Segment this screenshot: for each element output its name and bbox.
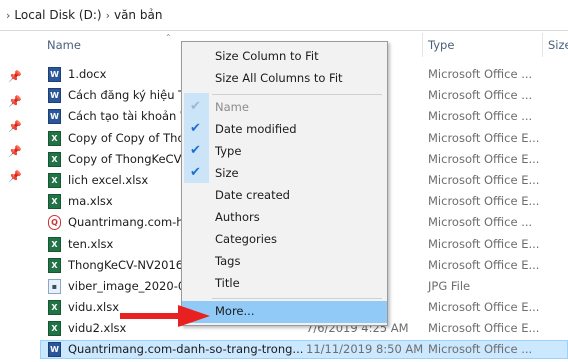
menu-item-title[interactable]: Title <box>182 273 387 295</box>
column-context-menu: Size Column to Fit Size All Columns to F… <box>181 41 388 326</box>
column-type[interactable]: Type <box>428 38 454 52</box>
file-name: viber_image_2020-03- <box>68 278 197 293</box>
file-type: Microsoft Office E... <box>428 151 540 166</box>
menu-item-date-created[interactable]: Date created <box>182 185 387 207</box>
column-size[interactable]: Size <box>548 38 568 52</box>
file-type: Microsoft Office ... <box>428 342 533 357</box>
file-name: lich excel.xlsx <box>68 172 149 187</box>
checkmark-icon: ✔ <box>190 121 201 136</box>
menu-label: Type <box>215 144 242 158</box>
file-date: 11/11/2019 8:50 AM <box>306 342 424 357</box>
menu-label: Size All Columns to Fit <box>215 71 343 85</box>
file-row-selected[interactable]: W Quantrimang.com-danh-so-trang-trong... 1… <box>0 339 568 360</box>
menu-label: More... <box>215 304 255 318</box>
menu-label: Name <box>215 100 249 114</box>
menu-separator <box>212 298 382 299</box>
chevron-right-icon: › <box>105 8 110 22</box>
breadcrumb-drive[interactable]: Local Disk (D:) <box>14 8 101 22</box>
file-name: ThongKeCV-NV2016. <box>68 257 187 272</box>
pdf-file-icon: Q <box>48 215 61 231</box>
excel-file-icon: X <box>48 151 61 167</box>
menu-label: Size Column to Fit <box>215 49 319 63</box>
menu-item-categories[interactable]: Categories <box>182 229 387 251</box>
excel-file-icon: X <box>48 300 61 316</box>
file-name: ten.xlsx <box>68 236 114 251</box>
sort-up-icon: ⌃ <box>165 33 172 42</box>
menu-label: Authors <box>215 210 260 224</box>
file-name: 1.docx <box>68 67 107 81</box>
file-type: Microsoft Office ... <box>428 109 533 124</box>
menu-label: Categories <box>215 232 277 246</box>
word-file-icon: W <box>48 88 61 104</box>
file-name: ma.xlsx <box>68 194 113 209</box>
red-arrow-icon <box>120 305 210 327</box>
file-name: vidu2.xlsx <box>68 321 127 336</box>
chevron-right-icon: › <box>6 8 11 22</box>
file-name: Copy of ThongKeCV- <box>68 151 185 166</box>
file-type: Microsoft Office ... <box>428 88 533 103</box>
address-bar[interactable]: › Local Disk (D:) › văn bản <box>0 0 568 31</box>
menu-label: Date created <box>215 188 290 202</box>
menu-item-size-all[interactable]: Size All Columns to Fit <box>182 68 387 90</box>
breadcrumb-folder[interactable]: văn bản <box>114 8 162 22</box>
excel-file-icon: X <box>48 321 61 337</box>
menu-separator <box>212 94 382 95</box>
menu-item-date-modified[interactable]: ✔ Date modified <box>182 119 387 141</box>
file-name: vidu.xlsx <box>68 300 120 315</box>
word-file-icon: W <box>48 67 61 82</box>
column-divider[interactable] <box>542 33 543 57</box>
excel-file-icon: X <box>48 257 61 273</box>
file-type: Microsoft Office E... <box>428 236 540 251</box>
file-type: Microsoft Office E... <box>428 130 540 145</box>
file-type: Microsoft Office E... <box>428 194 540 209</box>
checkmark-icon: ✔ <box>190 99 201 114</box>
file-name: Cách tạo tài khoản W <box>68 109 192 124</box>
file-type: Microsoft Office E... <box>428 257 540 272</box>
file-name: Cách đăng ký hiệu To <box>68 88 191 103</box>
file-name: Quantrimang.com-hi <box>68 215 187 230</box>
menu-item-name: ✔ Name <box>182 97 387 119</box>
menu-label: Date modified <box>215 122 297 136</box>
excel-file-icon: X <box>48 172 61 188</box>
menu-label: Tags <box>215 254 241 268</box>
file-type: JPG File <box>428 278 471 293</box>
menu-label: Size <box>215 166 239 180</box>
menu-item-more[interactable]: More... <box>182 301 387 323</box>
file-type: Microsoft Office E... <box>428 172 540 187</box>
checkmark-icon: ✔ <box>190 143 201 158</box>
column-name[interactable]: Name <box>47 38 81 52</box>
checkmark-icon: ✔ <box>190 165 201 180</box>
file-type: Microsoft Office E... <box>428 321 540 336</box>
word-file-icon: W <box>48 342 61 358</box>
menu-item-authors[interactable]: Authors <box>182 207 387 229</box>
menu-item-tags[interactable]: Tags <box>182 251 387 273</box>
menu-item-type[interactable]: ✔ Type <box>182 141 387 163</box>
file-name: Quantrimang.com-danh-so-trang-trong... <box>68 342 304 357</box>
menu-item-size-column[interactable]: Size Column to Fit <box>182 46 387 68</box>
column-divider[interactable] <box>422 33 423 57</box>
excel-file-icon: X <box>48 194 61 210</box>
excel-file-icon: X <box>48 130 61 146</box>
image-file-icon: ▪ <box>48 278 61 294</box>
excel-file-icon: X <box>48 236 61 252</box>
menu-item-size[interactable]: ✔ Size <box>182 163 387 185</box>
file-type: Microsoft Office ... <box>428 67 533 81</box>
file-name: Copy of Copy of Tho <box>68 130 185 145</box>
file-type: Microsoft Office ... <box>428 215 533 230</box>
menu-label: Title <box>215 276 240 290</box>
file-type: Microsoft Office E... <box>428 300 540 315</box>
word-file-icon: W <box>48 109 61 125</box>
